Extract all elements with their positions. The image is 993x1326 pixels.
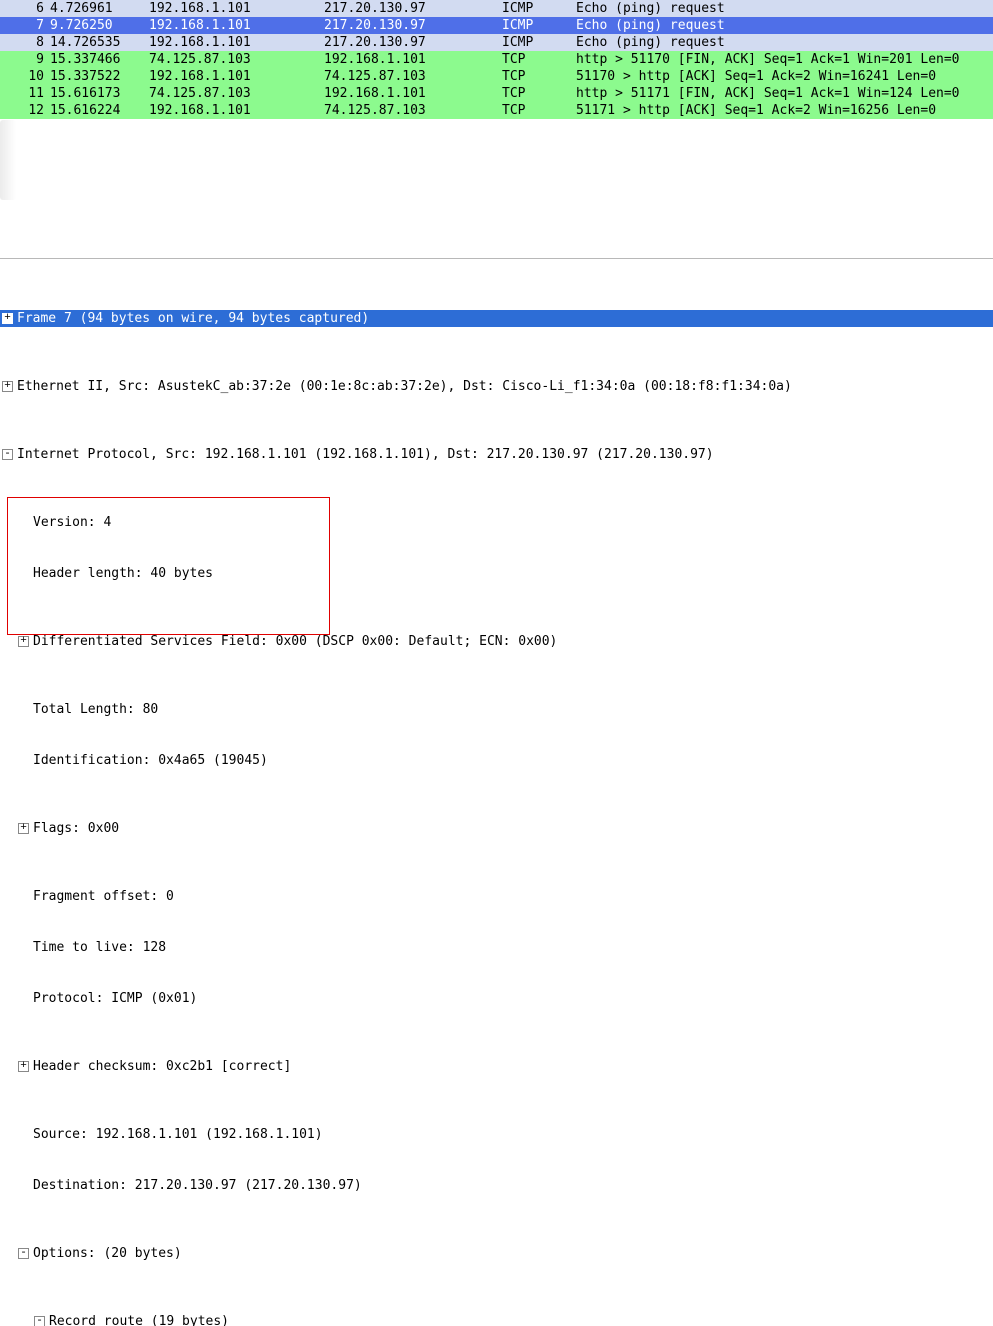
- packet-cell-info: Echo (ping) request: [576, 17, 993, 34]
- tree-ip-protocol[interactable]: Protocol: ICMP (0x01): [0, 990, 993, 1007]
- tree-ethernet[interactable]: + Ethernet II, Src: AsustekC_ab:37:2e (0…: [0, 378, 993, 395]
- expand-plus-icon[interactable]: +: [18, 636, 29, 647]
- packet-cell-info: http > 51171 [FIN, ACK] Seq=1 Ack=1 Win=…: [576, 85, 993, 102]
- tree-ip-header-length[interactable]: Header length: 40 bytes: [0, 565, 993, 582]
- packet-cell-info: Echo (ping) request: [576, 0, 993, 17]
- packet-cell-no: 11: [0, 85, 44, 102]
- packet-cell-no: 12: [0, 102, 44, 119]
- packet-cell-no: 7: [0, 17, 44, 34]
- tree-ethernet-label: Ethernet II, Src: AsustekC_ab:37:2e (00:…: [17, 378, 792, 395]
- packet-cell-dst: 192.168.1.101: [324, 51, 502, 68]
- packet-row[interactable]: 1015.337522192.168.1.10174.125.87.103TCP…: [0, 68, 993, 85]
- packet-cell-time: 4.726961: [44, 0, 149, 17]
- packet-details-tree[interactable]: + Frame 7 (94 bytes on wire, 94 bytes ca…: [0, 259, 993, 1326]
- packet-cell-src: 192.168.1.101: [149, 34, 324, 51]
- packet-list[interactable]: 64.726961192.168.1.101217.20.130.97ICMPE…: [0, 0, 993, 119]
- packet-cell-proto: TCP: [502, 68, 576, 85]
- expand-minus-icon[interactable]: -: [18, 1248, 29, 1259]
- expand-plus-icon[interactable]: +: [2, 381, 13, 392]
- packet-cell-src: 192.168.1.101: [149, 0, 324, 17]
- tree-ip-label: Internet Protocol, Src: 192.168.1.101 (1…: [17, 446, 714, 463]
- expand-minus-icon[interactable]: -: [34, 1316, 45, 1326]
- packet-row[interactable]: 814.726535192.168.1.101217.20.130.97ICMP…: [0, 34, 993, 51]
- tree-ip-version[interactable]: Version: 4: [0, 514, 993, 531]
- packet-cell-proto: TCP: [502, 85, 576, 102]
- expand-plus-icon[interactable]: +: [18, 823, 29, 834]
- packet-cell-dst: 74.125.87.103: [324, 68, 502, 85]
- tree-ip-options[interactable]: - Options: (20 bytes): [0, 1245, 993, 1262]
- tree-ip-source[interactable]: Source: 192.168.1.101 (192.168.1.101): [0, 1126, 993, 1143]
- packet-cell-time: 14.726535: [44, 34, 149, 51]
- tree-frame[interactable]: + Frame 7 (94 bytes on wire, 94 bytes ca…: [0, 310, 993, 327]
- packet-cell-time: 15.616224: [44, 102, 149, 119]
- scroll-shadow: [0, 120, 16, 200]
- tree-ip-ttl[interactable]: Time to live: 128: [0, 939, 993, 956]
- packet-cell-dst: 217.20.130.97: [324, 34, 502, 51]
- expand-plus-icon[interactable]: +: [18, 1061, 29, 1072]
- tree-ip-destination[interactable]: Destination: 217.20.130.97 (217.20.130.9…: [0, 1177, 993, 1194]
- packet-cell-dst: 217.20.130.97: [324, 0, 502, 17]
- packet-row[interactable]: 1115.61617374.125.87.103192.168.1.101TCP…: [0, 85, 993, 102]
- tree-frame-label: Frame 7 (94 bytes on wire, 94 bytes capt…: [17, 310, 369, 327]
- tree-ip[interactable]: - Internet Protocol, Src: 192.168.1.101 …: [0, 446, 993, 463]
- packet-cell-proto: ICMP: [502, 34, 576, 51]
- packet-cell-proto: TCP: [502, 102, 576, 119]
- tree-ip-identification[interactable]: Identification: 0x4a65 (19045): [0, 752, 993, 769]
- packet-cell-no: 6: [0, 0, 44, 17]
- packet-cell-src: 192.168.1.101: [149, 17, 324, 34]
- packet-cell-no: 10: [0, 68, 44, 85]
- expand-minus-icon[interactable]: -: [2, 449, 13, 460]
- packet-cell-info: Echo (ping) request: [576, 34, 993, 51]
- packet-cell-dst: 217.20.130.97: [324, 17, 502, 34]
- tree-ip-frag-offset[interactable]: Fragment offset: 0: [0, 888, 993, 905]
- tree-ip-total-length[interactable]: Total Length: 80: [0, 701, 993, 718]
- tree-ip-flags[interactable]: + Flags: 0x00: [0, 820, 993, 837]
- packet-cell-proto: ICMP: [502, 0, 576, 17]
- tree-ip-dsfield[interactable]: + Differentiated Services Field: 0x00 (D…: [0, 633, 993, 650]
- packet-cell-no: 8: [0, 34, 44, 51]
- packet-cell-time: 9.726250: [44, 17, 149, 34]
- packet-cell-time: 15.616173: [44, 85, 149, 102]
- packet-cell-src: 74.125.87.103: [149, 51, 324, 68]
- packet-cell-no: 9: [0, 51, 44, 68]
- tree-ip-record-route[interactable]: - Record route (19 bytes): [0, 1313, 993, 1326]
- packet-cell-src: 74.125.87.103: [149, 85, 324, 102]
- packet-list-empty-area: [0, 119, 993, 257]
- packet-row[interactable]: 915.33746674.125.87.103192.168.1.101TCPh…: [0, 51, 993, 68]
- packet-cell-info: 51171 > http [ACK] Seq=1 Ack=2 Win=16256…: [576, 102, 993, 119]
- packet-row[interactable]: 1215.616224192.168.1.10174.125.87.103TCP…: [0, 102, 993, 119]
- packet-cell-src: 192.168.1.101: [149, 68, 324, 85]
- packet-cell-proto: TCP: [502, 51, 576, 68]
- expand-plus-icon[interactable]: +: [2, 313, 13, 324]
- packet-row[interactable]: 79.726250192.168.1.101217.20.130.97ICMPE…: [0, 17, 993, 34]
- packet-cell-info: http > 51170 [FIN, ACK] Seq=1 Ack=1 Win=…: [576, 51, 993, 68]
- packet-cell-src: 192.168.1.101: [149, 102, 324, 119]
- packet-cell-time: 15.337522: [44, 68, 149, 85]
- packet-cell-time: 15.337466: [44, 51, 149, 68]
- packet-cell-info: 51170 > http [ACK] Seq=1 Ack=2 Win=16241…: [576, 68, 993, 85]
- packet-cell-dst: 74.125.87.103: [324, 102, 502, 119]
- packet-row[interactable]: 64.726961192.168.1.101217.20.130.97ICMPE…: [0, 0, 993, 17]
- tree-ip-checksum[interactable]: + Header checksum: 0xc2b1 [correct]: [0, 1058, 993, 1075]
- packet-cell-proto: ICMP: [502, 17, 576, 34]
- packet-cell-dst: 192.168.1.101: [324, 85, 502, 102]
